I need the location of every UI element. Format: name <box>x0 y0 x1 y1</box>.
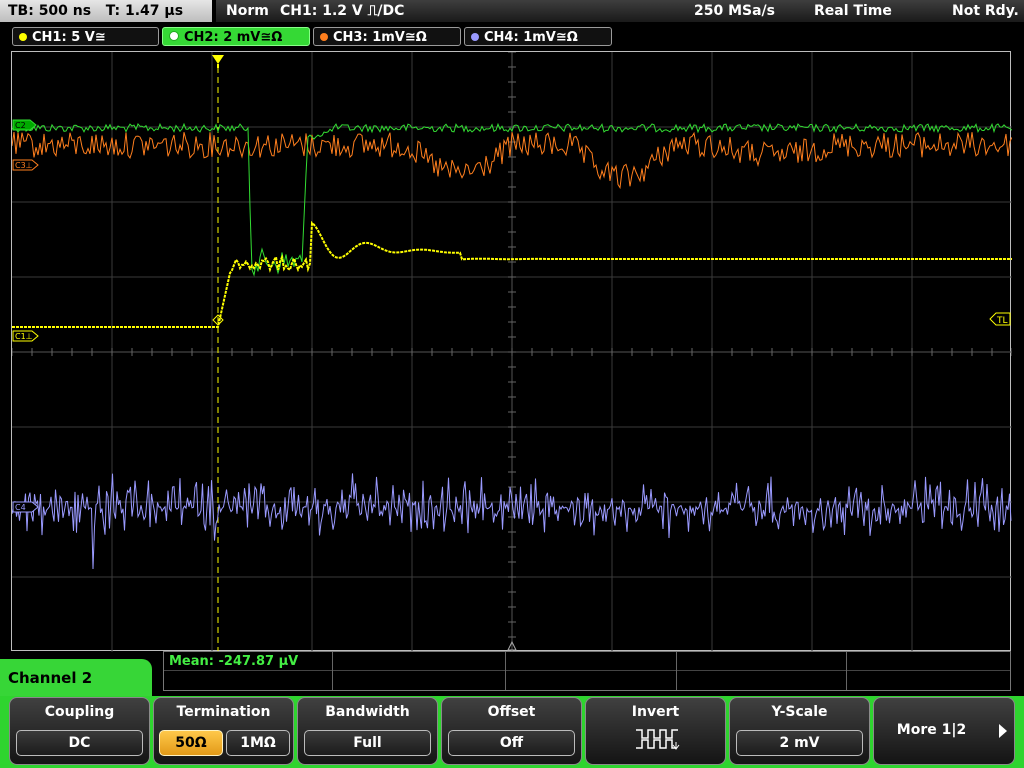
termination-1m-ohm-option[interactable]: 1MΩ <box>226 730 290 756</box>
channel-3-button[interactable]: CH3: 1mV≅Ω <box>313 27 461 46</box>
waveform-canvas: C2 C3⊥ C1⊥ C4 TL <box>12 52 1012 652</box>
status-bar: TB: 500 ns T: 1.47 µs Norm CH1: 1.2 V ⎍/… <box>0 0 1024 24</box>
bandwidth-softkey[interactable]: Bandwidth Full <box>297 697 438 765</box>
measurement-panel[interactable]: Mean: -247.87 µV <box>163 651 1011 691</box>
invert-title: Invert <box>631 704 680 720</box>
coupling-value[interactable]: DC <box>16 730 143 756</box>
ch4-marker-label: C4 <box>15 503 26 512</box>
channel-4-button[interactable]: CH4: 1mV≅Ω <box>464 27 612 46</box>
invert-softkey[interactable]: Invert <box>585 697 726 765</box>
channel-1-button[interactable]: CH1: 5 V≅ <box>12 27 159 46</box>
ch2-marker-label: C2 <box>15 121 26 130</box>
termination-title: Termination <box>176 704 271 720</box>
waveform-display[interactable]: C2 C3⊥ C1⊥ C4 TL <box>11 51 1012 652</box>
ch2-marker[interactable]: C2 <box>12 119 37 131</box>
measurement-divider <box>846 652 847 690</box>
coupling-softkey[interactable]: Coupling DC <box>9 697 150 765</box>
measurement-divider <box>164 670 1010 671</box>
channel-bar: CH1: 5 V≅ CH2: 2 mV≅Ω CH3: 1mV≅Ω CH4: 1m… <box>0 25 1024 49</box>
termination-softkey[interactable]: Termination 50Ω 1MΩ <box>153 697 294 765</box>
ch2-color-dot-icon <box>169 31 179 41</box>
ch3-marker-label: C3⊥ <box>15 161 33 170</box>
measurement-divider <box>505 652 506 690</box>
more-softkey[interactable]: More 1|2 <box>873 697 1015 765</box>
ch1-marker-label: C1⊥ <box>15 332 33 341</box>
measurement-divider <box>332 652 333 690</box>
yscale-title: Y-Scale <box>771 704 828 720</box>
yscale-softkey[interactable]: Y-Scale 2 mV <box>729 697 870 765</box>
termination-50-ohm-option[interactable]: 50Ω <box>159 730 223 756</box>
timebase-value: TB: 500 ns <box>8 3 92 19</box>
offset-title: Offset <box>487 704 536 720</box>
channel-2-button[interactable]: CH2: 2 mV≅Ω <box>162 27 310 46</box>
trigger-time-value: T: 1.47 µs <box>105 3 184 19</box>
ch2-label: CH2: 2 mV≅Ω <box>184 30 283 45</box>
trigger-level-marker[interactable]: TL <box>989 312 1011 326</box>
timebase-readout[interactable]: TB: 500 ns T: 1.47 µs <box>0 0 212 22</box>
ch1-marker[interactable]: C1⊥ <box>12 330 39 342</box>
mean-measurement: Mean: -247.87 µV <box>169 654 299 669</box>
trigger-setting[interactable]: CH1: 1.2 V ⎍/DC <box>280 0 404 22</box>
coupling-title: Coupling <box>44 704 115 720</box>
ch4-marker[interactable]: C4 <box>12 501 39 513</box>
ch1-color-dot-icon <box>19 33 27 41</box>
ch3-label: CH3: 1mV≅Ω <box>333 30 427 45</box>
offset-value[interactable]: Off <box>448 730 575 756</box>
ch3-marker[interactable]: C3⊥ <box>12 159 39 171</box>
sample-rate: 250 MSa/s <box>694 3 776 19</box>
yscale-value[interactable]: 2 mV <box>736 730 863 756</box>
trigger-level-label: TL <box>996 316 1008 326</box>
ch3-color-dot-icon <box>320 33 328 41</box>
acquisition-mode: Real Time <box>814 3 892 19</box>
offset-softkey[interactable]: Offset Off <box>441 697 582 765</box>
next-page-arrow-icon <box>999 724 1007 738</box>
trigger-status: Not Rdy. <box>952 3 1019 19</box>
acquisition-info[interactable]: Norm CH1: 1.2 V ⎍/DC 250 MSa/s Real Time… <box>216 0 1024 22</box>
ch4-label: CH4: 1mV≅Ω <box>484 30 578 45</box>
trigger-position-icon[interactable] <box>212 55 224 64</box>
bandwidth-title: Bandwidth <box>325 704 410 720</box>
trigger-mode[interactable]: Norm <box>226 0 269 22</box>
menu-title-tab: Channel 2 <box>0 659 152 697</box>
invert-waveform-icon <box>636 729 680 750</box>
more-label: More 1|2 <box>896 722 967 738</box>
bandwidth-value[interactable]: Full <box>304 730 431 756</box>
ch1-label: CH1: 5 V≅ <box>32 30 106 45</box>
measurement-divider <box>676 652 677 690</box>
ch4-color-dot-icon <box>471 33 479 41</box>
